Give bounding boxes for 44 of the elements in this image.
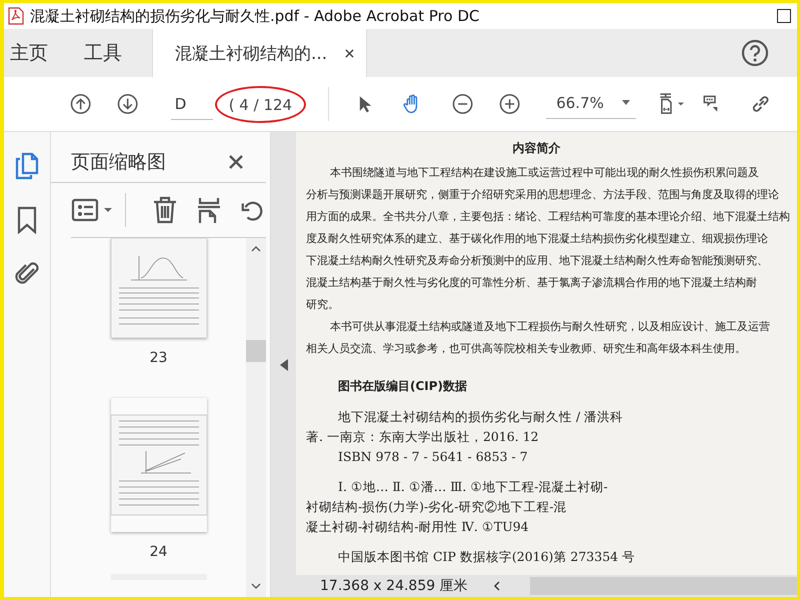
text-line: ISBN 978 - 7 - 5641 - 6853 - 7 xyxy=(337,448,528,466)
scrollbar-thumb[interactable] xyxy=(246,340,266,362)
text-line: 本书可供从事混凝土结构或隧道及地下工程损伤与耐久性研究，以及相应设计、施工及运营 xyxy=(329,319,770,335)
text-line: 衬砌结构-损伤(力学)-劣化-研究②地下工程-混 xyxy=(306,498,567,516)
scroll-left-icon[interactable] xyxy=(494,581,500,591)
caret-icon xyxy=(622,100,630,105)
panel-title: 页面缩略图 xyxy=(71,150,166,175)
text-line: 地下混凝土衬砌结构的损伤劣化与耐久性 / 潘洪科 xyxy=(337,408,624,426)
text-line: 分析与预测课题开展研究，侧重于介绍研究采用的思想理念、方法手段、范围与角度及取得的理论 xyxy=(306,187,779,203)
page-heading: 内容简介 xyxy=(512,140,562,157)
collapse-arrow-icon[interactable] xyxy=(280,358,288,370)
text-line: 研究。 xyxy=(306,297,339,313)
section-heading: 图书在版编目(CIP)数据 xyxy=(337,378,468,395)
text-line: 下混凝土结构耐久性研究及寿命分析预测中的应用、地下混凝土结构耐久性寿命智能预测研究、 xyxy=(306,253,768,269)
close-icon[interactable] xyxy=(345,48,354,58)
help-icon[interactable] xyxy=(741,39,769,67)
horizontal-scrollbar[interactable] xyxy=(530,577,797,595)
text-line: 本书围绕隧道与地下工程结构在建设施工或运营过程中可能出现的耐久性损伤积累问题及 xyxy=(329,165,759,181)
maximize-button[interactable] xyxy=(777,9,791,23)
nav-tab[interactable]: 主页 xyxy=(4,29,62,77)
text-line: 凝土衬砌-衬砌结构-耐用性 Ⅳ. ①TU94 xyxy=(306,518,529,536)
text-line: 中国版本图书馆 CIP 数据核字(2016)第 273354 号 xyxy=(337,548,636,566)
scroll-down-icon[interactable] xyxy=(251,583,261,589)
page-count: ( 4 / 124 xyxy=(228,96,292,114)
text-line: Ⅰ. ①地… Ⅱ. ①潘… Ⅲ. ①地下工程-混凝土衬砌- xyxy=(337,478,608,496)
extract-page-icon[interactable] xyxy=(196,196,222,224)
text-line: 著. 一南京：东南大学出版社，2016. 12 xyxy=(306,428,539,446)
text-line: 相关人员交流、学习或参考，也可供高等院校相关专业教师、研究生和高年级本科生使用。 xyxy=(306,341,746,357)
trash-icon[interactable] xyxy=(152,196,178,224)
options-menu-icon[interactable] xyxy=(71,197,115,223)
page-size-label: 17.368 x 24.859 厘米 xyxy=(319,577,469,595)
page-number-label: 24 xyxy=(150,544,168,560)
zoom-dropdown[interactable]: 66.7% xyxy=(546,90,636,118)
text-line: 混凝土结构基于耐久性与劣化度的可靠性分析、基于氯离子渗流耦合作用的地下混凝土结构耐 xyxy=(306,275,757,291)
scroll-up-icon[interactable] xyxy=(251,246,261,252)
pages-icon[interactable] xyxy=(14,152,40,180)
text-line: 用方面的成果。全书共分八章，主要包括：绪论、工程结构可靠度的基本理论介绍、地下混凝土结构 xyxy=(306,209,790,225)
close-icon[interactable] xyxy=(228,154,244,170)
window-title: 混凝土衬砌结构的损伤劣化与耐久性.pdf - Adobe Acrobat Pro DC xyxy=(30,6,480,26)
text-line: 度及耐久性研究体系的建立、基于碳化作用的地下混凝土结构损伤劣化模型建立、细观损伤理论 xyxy=(306,231,768,247)
document-tab[interactable]: 混凝土衬砌结构的... xyxy=(152,29,368,77)
pdf-file-icon xyxy=(8,7,24,25)
nav-tab[interactable]: 工具 xyxy=(62,29,152,77)
page-number-label: 23 xyxy=(150,350,168,366)
